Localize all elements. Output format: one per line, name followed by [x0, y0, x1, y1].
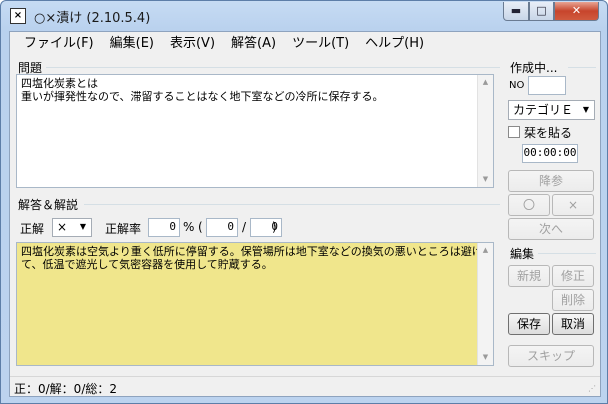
slash: /: [242, 220, 247, 234]
delete-button[interactable]: 削除: [552, 289, 594, 311]
window-title: ○×漬け (2.10.5.4): [34, 11, 151, 26]
app-icon: ×: [10, 8, 26, 24]
give-up-button[interactable]: 降参: [508, 170, 594, 192]
app-window: × ○×漬け (2.10.5.4) ▬ □ ✕ ファイル(F) 編集(E) 表示…: [0, 0, 608, 404]
menu-edit[interactable]: 編集(E): [102, 33, 162, 55]
total-count: 0: [250, 218, 282, 237]
title-bar[interactable]: × ○×漬け (2.10.5.4) ▬ □ ✕: [1, 1, 607, 31]
question-scrollbar[interactable]: ▲ ▼: [477, 75, 493, 187]
cancel-button[interactable]: 取消: [552, 313, 594, 335]
scroll-down-icon[interactable]: ▼: [478, 350, 493, 365]
edit-group-line: [538, 253, 596, 254]
rate-value: 0: [148, 218, 180, 237]
rate-label: 正解率: [105, 222, 142, 236]
modify-button[interactable]: 修正: [552, 265, 594, 287]
question-text: 四塩化炭素とは 重いが揮発性なので、滞留することはなく地下室などの冷所に保存する…: [21, 77, 384, 103]
menu-answer[interactable]: 解答(A): [223, 33, 284, 55]
answer-group-line: [84, 204, 500, 205]
menu-view[interactable]: 表示(V): [162, 33, 223, 55]
status-bar: 正：0/解：0/総：2 ⋰: [10, 376, 600, 396]
correct-select[interactable]: × ▼: [52, 218, 92, 237]
correct-count: 0: [206, 218, 238, 237]
edit-group-label: 編集: [510, 247, 535, 261]
question-group-line: [46, 67, 500, 68]
minimize-button[interactable]: ▬: [503, 2, 529, 21]
open-paren: (: [198, 220, 203, 234]
category-select[interactable]: カテゴリＥ ▼: [508, 100, 595, 120]
timer-display: 00:00:00: [522, 144, 578, 163]
client-area: ファイル(F) 編集(E) 表示(V) 解答(A) ツール(T) ヘルプ(H) …: [9, 31, 601, 397]
status-text: 正：0/解：0/総：2: [14, 382, 117, 396]
next-button[interactable]: 次へ: [508, 218, 594, 240]
correct-label: 正解: [20, 222, 45, 236]
category-select-value: カテゴリＥ: [513, 103, 574, 117]
close-button[interactable]: ✕: [554, 2, 599, 21]
chevron-down-icon[interactable]: ▼: [76, 220, 90, 234]
skip-button[interactable]: スキップ: [508, 345, 594, 367]
answer-group-label: 解答＆解説: [18, 198, 79, 212]
correct-select-value: ×: [57, 220, 68, 234]
new-button[interactable]: 新規: [508, 265, 550, 287]
creating-label: 作成中...: [510, 61, 558, 75]
scroll-down-icon[interactable]: ▼: [478, 172, 493, 187]
creating-group-line: [568, 67, 596, 68]
save-button[interactable]: 保存: [508, 313, 550, 335]
scroll-up-icon[interactable]: ▲: [478, 75, 493, 90]
menu-tools[interactable]: ツール(T): [284, 33, 357, 55]
answer-textbox[interactable]: 四塩化炭素は空気より重く低所に停留する。保管場所は地下室などの換気の悪いところは…: [16, 242, 494, 366]
menu-help[interactable]: ヘルプ(H): [357, 33, 432, 55]
circle-answer-button[interactable]: 〇: [508, 194, 550, 216]
answer-text: 四塩化炭素は空気より重く低所に停留する。保管場所は地下室などの換気の悪いところは…: [21, 245, 483, 271]
no-field[interactable]: [528, 76, 566, 95]
resize-grip-icon[interactable]: ⋰: [588, 384, 598, 394]
sticky-checkbox[interactable]: [508, 126, 520, 138]
menu-file[interactable]: ファイル(F): [16, 33, 102, 55]
question-textbox[interactable]: 四塩化炭素とは 重いが揮発性なので、滞留することはなく地下室などの冷所に保存する…: [16, 74, 494, 188]
maximize-button[interactable]: □: [529, 2, 554, 21]
percent-sign: %: [183, 220, 195, 234]
answer-scrollbar[interactable]: ▲ ▼: [477, 243, 493, 365]
menu-bar: ファイル(F) 編集(E) 表示(V) 解答(A) ツール(T) ヘルプ(H): [10, 32, 600, 56]
close-paren: ): [272, 220, 277, 234]
chevron-down-icon[interactable]: ▼: [579, 103, 593, 117]
sticky-label: 栞を貼る: [524, 126, 573, 140]
no-label: NO: [509, 80, 525, 91]
cross-answer-button[interactable]: ×: [552, 194, 594, 216]
scroll-up-icon[interactable]: ▲: [478, 243, 493, 258]
